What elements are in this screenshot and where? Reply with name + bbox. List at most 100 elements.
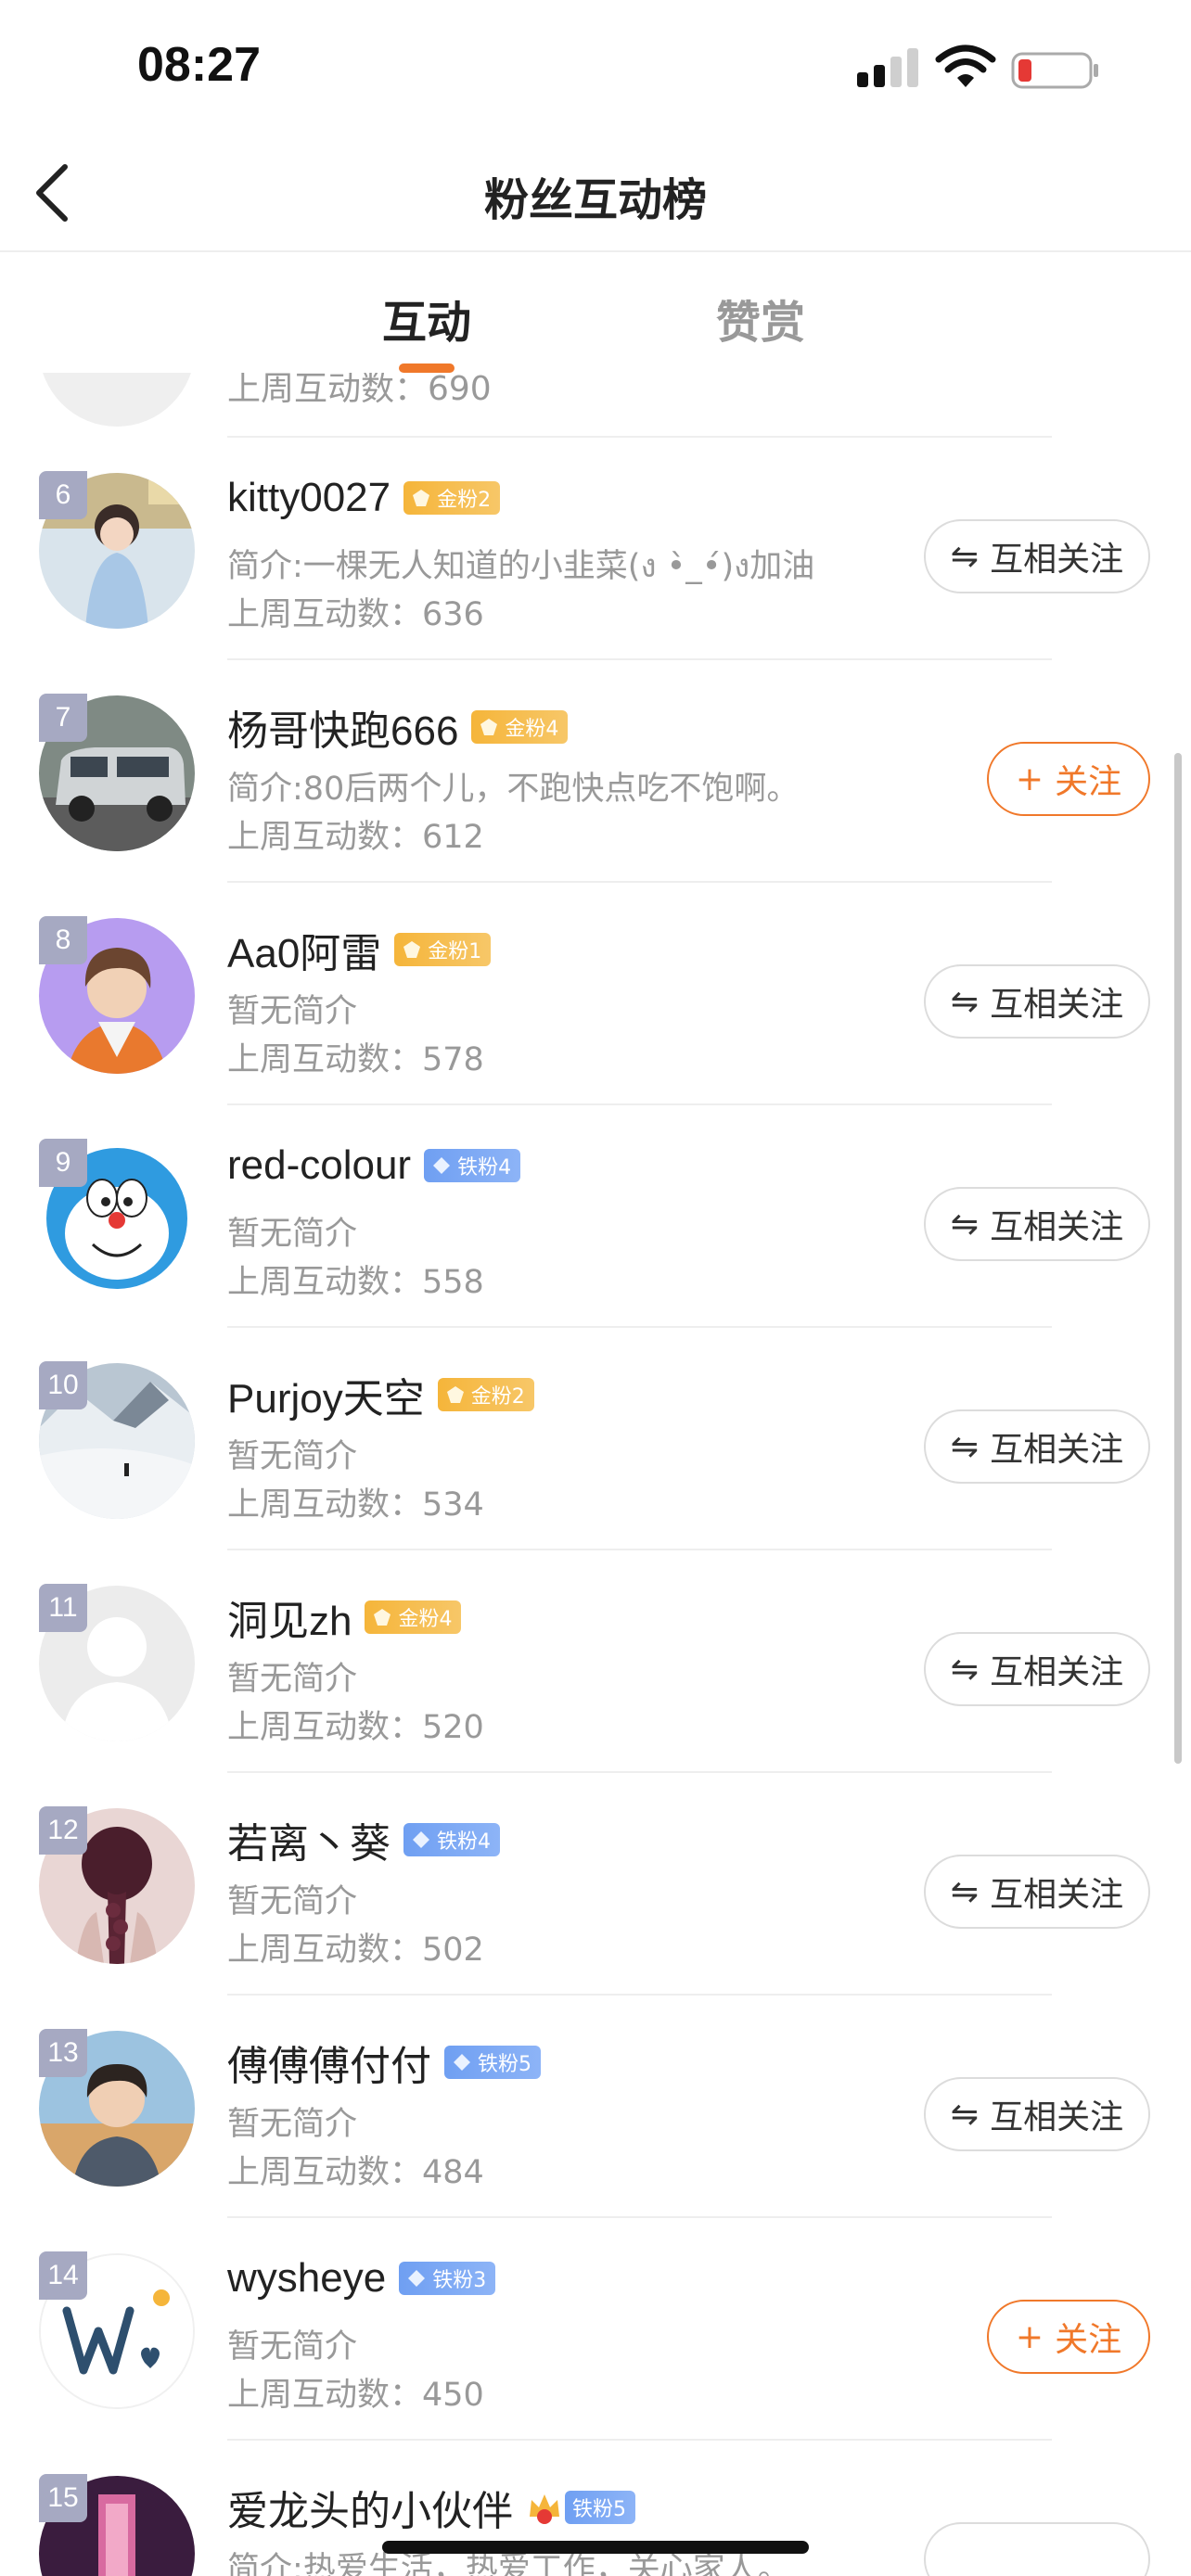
- avatar: [39, 373, 195, 427]
- page-title: 粉丝互动榜: [483, 174, 707, 226]
- gem-icon: [413, 490, 430, 506]
- user-bio: 简介:一棵无人知道的小韭菜(ง •̀_•́)ง加油: [227, 548, 815, 585]
- mutual-arrows-icon: ⇋: [950, 1872, 980, 1911]
- rank-badge: 6: [39, 471, 87, 519]
- user-name[interactable]: 爱龙头的小伙伴: [227, 2478, 513, 2537]
- list-item[interactable]: 11 洞见zh 金粉4 暂无简介 上周互动数：520 ⇋ 互相关注: [0, 1550, 1191, 1773]
- mutual-arrows-icon: ⇋: [950, 1650, 980, 1689]
- mutual-follow-button[interactable]: ⇋ 互相关注: [924, 1409, 1150, 1484]
- list-item[interactable]: 7 杨哥快跑666 金粉4 简介:80后两个儿，不跑快点吃不饱啊。 上周互动数：…: [0, 660, 1191, 883]
- list-item[interactable]: 上周互动数：690: [0, 373, 1191, 438]
- user-name[interactable]: 若离丶葵: [227, 1810, 391, 1869]
- interaction-count: 上周互动数：534: [227, 1486, 484, 1524]
- plus-icon: +: [1015, 2317, 1044, 2356]
- list-item[interactable]: 8 Aa0阿雷 金粉1 暂无简介 上周互动数：578 ⇋ 互相关注: [0, 883, 1191, 1105]
- user-bio: 暂无简介: [227, 2328, 358, 2366]
- fan-level-badge: 铁粉5: [565, 2491, 635, 2524]
- mutual-arrows-icon: ⇋: [950, 1427, 980, 1466]
- cellular-signal-icon: [857, 48, 918, 87]
- rank-badge: 12: [39, 1806, 87, 1855]
- tab-interact[interactable]: 互动: [306, 286, 547, 351]
- interaction-count: 上周互动数：636: [227, 596, 484, 633]
- interaction-count: 上周互动数：502: [227, 1932, 484, 1969]
- interaction-count: 上周互动数：450: [227, 2377, 484, 2414]
- list-item[interactable]: 13 傅傅傅付付 铁粉5 暂无简介 上周互动数：484 ⇋ 互相关注: [0, 1996, 1191, 2218]
- user-bio: 暂无简介: [227, 1661, 358, 1698]
- mutual-follow-button[interactable]: ⇋ 互相关注: [924, 964, 1150, 1039]
- mutual-follow-button[interactable]: ⇋ 互相关注: [924, 1632, 1150, 1706]
- user-bio: 简介:80后两个儿，不跑快点吃不饱啊。: [227, 771, 800, 808]
- user-name[interactable]: kitty0027: [227, 475, 391, 521]
- rank-badge: 15: [39, 2474, 87, 2522]
- user-name[interactable]: 傅傅傅付付: [227, 2033, 431, 2092]
- mutual-arrows-icon: ⇋: [950, 982, 980, 1021]
- list-item[interactable]: 10 Purjoy天空 金粉2 暂无简介 上周互动数：534 ⇋ 互相关注: [0, 1328, 1191, 1550]
- fan-level-badge: 铁粉5: [444, 2046, 541, 2079]
- scrollbar[interactable]: [1174, 753, 1182, 1764]
- list-item[interactable]: 14 wysheye 铁粉3 暂无简介 上周互动数：450 + 关注: [0, 2218, 1191, 2441]
- crown-icon: [530, 2494, 559, 2524]
- gem-icon: [446, 1386, 464, 1403]
- mutual-follow-button[interactable]: ⇋ 互相关注: [924, 2077, 1150, 2151]
- interaction-count: 上周互动数：690: [227, 373, 492, 408]
- mutual-follow-button[interactable]: [924, 2522, 1150, 2576]
- active-tab-indicator: [399, 363, 455, 373]
- user-name[interactable]: Purjoy天空: [227, 1365, 425, 1424]
- tab-bar: 互动 赞赏: [0, 252, 1191, 373]
- fan-ranking-list[interactable]: 上周互动数：690 6 kitty0027 金粉2 简介:一棵无人知道的小韭菜(…: [0, 373, 1191, 2576]
- interaction-count: 上周互动数：578: [227, 1041, 484, 1078]
- list-item[interactable]: 6 kitty0027 金粉2 简介:一棵无人知道的小韭菜(ง •̀_•́)ง加…: [0, 438, 1191, 660]
- mutual-arrows-icon: ⇋: [950, 1205, 980, 1243]
- diamond-icon: [454, 2054, 470, 2071]
- rank-badge: 7: [39, 694, 87, 742]
- mutual-arrows-icon: ⇋: [950, 2095, 980, 2134]
- list-item[interactable]: 15 爱龙头的小伙伴 铁粉5 简介:热爱生活，热爱工作，关心家人。: [0, 2441, 1191, 2576]
- user-bio: 暂无简介: [227, 2106, 358, 2143]
- fan-level-badge: 铁粉3: [399, 2262, 496, 2295]
- user-name[interactable]: Aa0阿雷: [227, 920, 381, 979]
- rank-badge: 14: [39, 2251, 87, 2300]
- fan-level-badge: 金粉4: [471, 710, 569, 744]
- gem-icon: [403, 941, 421, 958]
- user-name[interactable]: 杨哥快跑666: [227, 697, 458, 757]
- user-name[interactable]: red-colour: [227, 1142, 411, 1189]
- fan-level-badge: 金粉2: [403, 481, 501, 515]
- plus-icon: +: [1015, 759, 1044, 798]
- diamond-icon: [433, 1157, 451, 1174]
- follow-button[interactable]: + 关注: [987, 742, 1150, 816]
- interaction-count: 上周互动数：484: [227, 2154, 484, 2191]
- list-item[interactable]: 9 red-colour 铁粉4 暂无简介 上周互动数：558 ⇋ 互相关注: [0, 1105, 1191, 1328]
- rank-badge: 13: [39, 2029, 87, 2077]
- mutual-follow-button[interactable]: ⇋ 互相关注: [924, 1187, 1150, 1261]
- rank-badge: 9: [39, 1139, 87, 1187]
- mutual-follow-button[interactable]: ⇋ 互相关注: [924, 1855, 1150, 1929]
- mutual-arrows-icon: ⇋: [950, 537, 980, 576]
- fan-level-badge: 金粉1: [394, 933, 492, 966]
- mutual-follow-button[interactable]: ⇋ 互相关注: [924, 519, 1150, 593]
- rank-badge: 8: [39, 916, 87, 964]
- nav-bar: 粉丝互动榜: [0, 139, 1191, 252]
- status-time: 08:27: [137, 38, 261, 92]
- rank-badge: 11: [39, 1584, 87, 1632]
- battery-low-icon: [1011, 52, 1098, 89]
- fan-level-badge: 金粉2: [437, 1378, 534, 1411]
- follow-button[interactable]: + 关注: [987, 2300, 1150, 2374]
- user-bio: 暂无简介: [227, 1438, 358, 1475]
- home-indicator[interactable]: [382, 2541, 809, 2554]
- user-bio: 暂无简介: [227, 1216, 358, 1253]
- diamond-icon: [408, 2270, 426, 2287]
- fan-level-badge: 金粉4: [365, 1600, 462, 1634]
- rank-badge: 10: [39, 1361, 87, 1409]
- interaction-count: 上周互动数：612: [227, 819, 484, 856]
- status-bar: 08:27: [0, 0, 1191, 139]
- list-item[interactable]: 12 若离丶葵 铁粉4 暂无简介 上周互动数：502 ⇋ 互相关注: [0, 1773, 1191, 1996]
- gem-icon: [480, 719, 498, 735]
- user-name[interactable]: 洞见zh: [227, 1588, 352, 1647]
- interaction-count: 上周互动数：520: [227, 1709, 484, 1746]
- user-bio: 暂无简介: [227, 1883, 358, 1920]
- user-bio: 暂无简介: [227, 993, 358, 1030]
- tab-reward[interactable]: 赞赏: [640, 286, 881, 351]
- user-name[interactable]: wysheye: [227, 2255, 386, 2302]
- wifi-icon: [935, 45, 996, 87]
- diamond-icon: [413, 1831, 429, 1848]
